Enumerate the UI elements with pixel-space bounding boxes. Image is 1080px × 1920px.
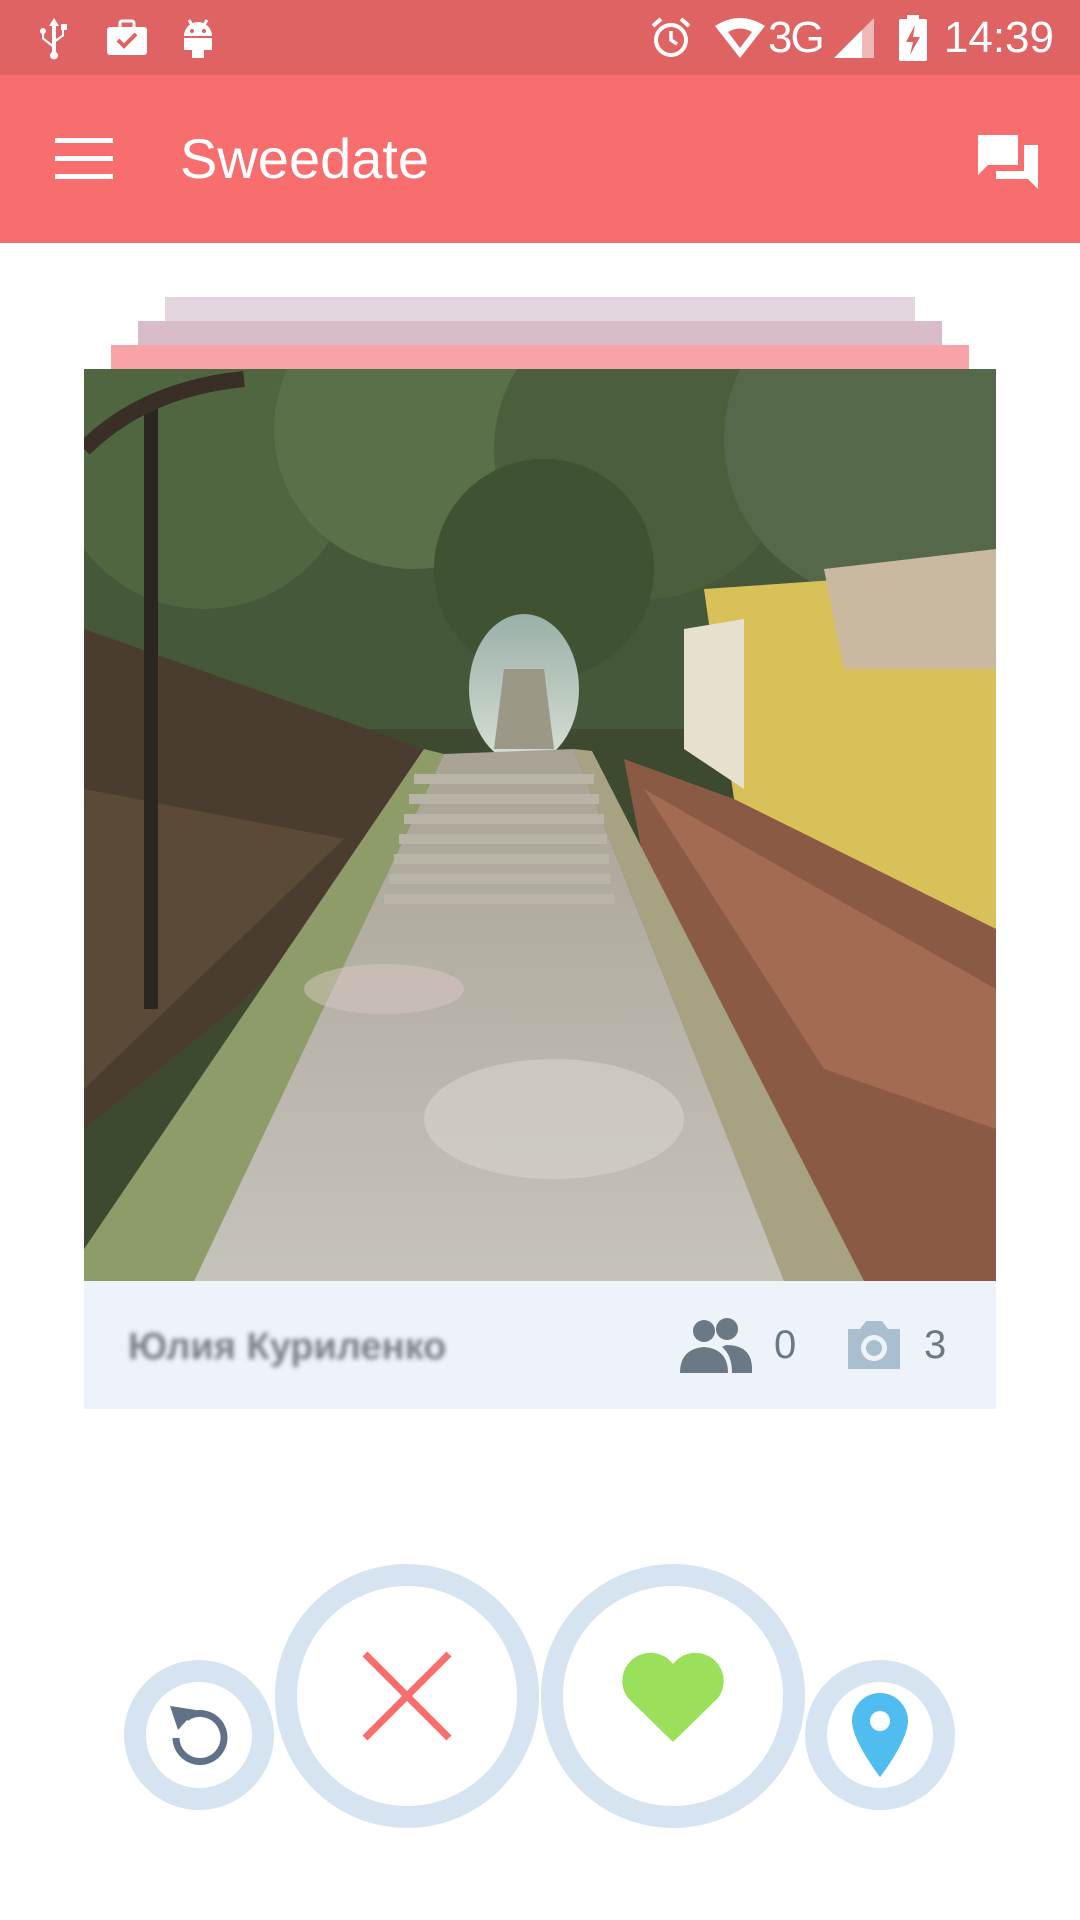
signal-icon <box>832 14 876 62</box>
friends-icon <box>680 1318 752 1373</box>
card-stack-layer-front <box>111 345 969 369</box>
menu-icon <box>55 138 113 179</box>
close-icon <box>362 1651 452 1741</box>
friends-count: 0 <box>774 1323 797 1367</box>
status-time: 14:39 <box>943 13 1054 62</box>
android-icon <box>178 14 218 62</box>
app-title: Sweedate <box>180 127 430 190</box>
location-pin-icon <box>852 1693 908 1777</box>
undo-icon <box>170 1706 228 1765</box>
app-bar: Sweedate <box>0 75 1080 243</box>
camera-icon <box>848 1321 900 1369</box>
photos-count: 3 <box>924 1323 947 1367</box>
nope-button[interactable] <box>275 1564 539 1828</box>
profile-name: Юлия Куриленко <box>128 1326 447 1368</box>
heart-icon <box>622 1652 724 1742</box>
card-stack-layer-back <box>165 297 915 321</box>
like-button[interactable] <box>541 1564 805 1828</box>
chat-icon <box>978 135 1038 189</box>
battery-charging-icon <box>898 14 928 62</box>
card-footer: Юлия Куриленко 0 3 <box>84 1281 996 1409</box>
status-bar: 3G 14:39 <box>0 0 1080 75</box>
profile-card[interactable]: Юлия Куриленко 0 3 <box>84 369 996 1409</box>
wifi-icon <box>712 14 768 62</box>
usb-icon <box>34 14 74 62</box>
profile-photo <box>84 369 996 1281</box>
location-button[interactable] <box>805 1660 955 1810</box>
network-type: 3G <box>768 13 825 62</box>
card-stack-layer-middle <box>138 321 942 345</box>
briefcase-check-icon <box>104 14 150 62</box>
alarm-icon <box>648 14 694 62</box>
menu-button[interactable] <box>44 121 124 197</box>
chat-button[interactable] <box>968 121 1048 201</box>
undo-button[interactable] <box>124 1660 274 1810</box>
